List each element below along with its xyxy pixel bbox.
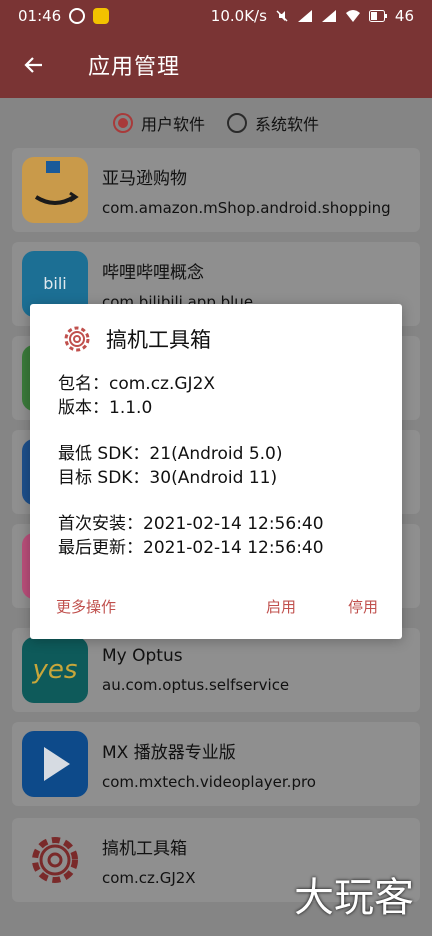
enable-button[interactable]: 启用: [266, 596, 296, 617]
list-item[interactable]: 亚马逊购物 com.amazon.mShop.android.shopping: [12, 148, 420, 232]
filter-label: 用户软件: [140, 115, 205, 134]
package-line: 包名：com.cz.GJ2X: [58, 374, 216, 394]
radio-checked-icon: [112, 113, 133, 133]
page-title: 应用管理: [88, 55, 181, 80]
mute-icon: [276, 10, 288, 22]
disable-button[interactable]: 停用: [348, 596, 378, 617]
optus-icon: yes: [22, 637, 88, 703]
radio-unchecked-icon: [227, 113, 247, 133]
version-line: 版本：1.1.0: [58, 398, 153, 418]
notification-icon: [69, 8, 86, 24]
gear-icon: [64, 326, 90, 352]
app-notification-icon: [93, 8, 110, 24]
target-sdk-line: 目标 SDK：30(Android 11): [58, 468, 278, 488]
app-name: 亚马逊购物: [102, 168, 187, 189]
network-speed: 10.0K/s: [210, 7, 267, 25]
status-bar: 01:46 10.0K/s 46: [0, 0, 432, 32]
filter-radio-group: 用户软件 系统软件: [0, 110, 432, 136]
dialog-actions: 更多操作 启用 停用: [56, 596, 378, 617]
app-name: 哔哩哔哩概念: [102, 262, 204, 283]
signal-icon: [297, 10, 312, 22]
wifi-icon: [345, 10, 360, 22]
app-name: MX 播放器专业版: [102, 742, 236, 763]
dialog-body: 包名：com.cz.GJ2X 版本：1.1.0 最低 SDK：21(Androi…: [58, 372, 324, 560]
app-bar: 应用管理: [0, 32, 432, 98]
list-item[interactable]: yes My Optus au.com.optus.selfservice: [12, 628, 420, 712]
dialog-title: 搞机工具箱: [106, 328, 211, 352]
filter-system-apps[interactable]: 系统软件: [227, 110, 319, 136]
filter-user-apps[interactable]: 用户软件: [112, 110, 205, 136]
back-arrow-icon[interactable]: [22, 53, 46, 77]
app-package: com.amazon.mShop.android.shopping: [102, 198, 391, 217]
battery-icon: [368, 10, 387, 22]
list-item[interactable]: MX 播放器专业版 com.mxtech.videoplayer.pro: [12, 722, 420, 806]
app-package: com.cz.GJ2X: [102, 868, 196, 887]
app-name: 搞机工具箱: [102, 838, 187, 859]
amazon-icon: [22, 157, 88, 223]
app-name: My Optus: [102, 646, 183, 666]
gear-icon: [22, 827, 88, 893]
watermark: 大玩客: [294, 875, 414, 921]
more-actions-button[interactable]: 更多操作: [56, 596, 116, 617]
status-time: 01:46: [18, 7, 62, 25]
last-update-line: 最后更新：2021-02-14 12:56:40: [58, 538, 324, 558]
min-sdk-line: 最低 SDK：21(Android 5.0): [58, 444, 283, 464]
app-package: au.com.optus.selfservice: [102, 676, 290, 694]
battery-level: 46: [394, 7, 414, 25]
app-info-dialog: 搞机工具箱 包名：com.cz.GJ2X 版本：1.1.0 最低 SDK：21(…: [30, 304, 402, 639]
mx-player-icon: [22, 731, 88, 797]
dialog-title-row: 搞机工具箱: [62, 324, 211, 354]
filter-label: 系统软件: [255, 115, 320, 134]
signal2-icon: [321, 10, 336, 22]
first-install-line: 首次安装：2021-02-14 12:56:40: [58, 514, 324, 534]
app-package: com.mxtech.videoplayer.pro: [102, 772, 316, 791]
